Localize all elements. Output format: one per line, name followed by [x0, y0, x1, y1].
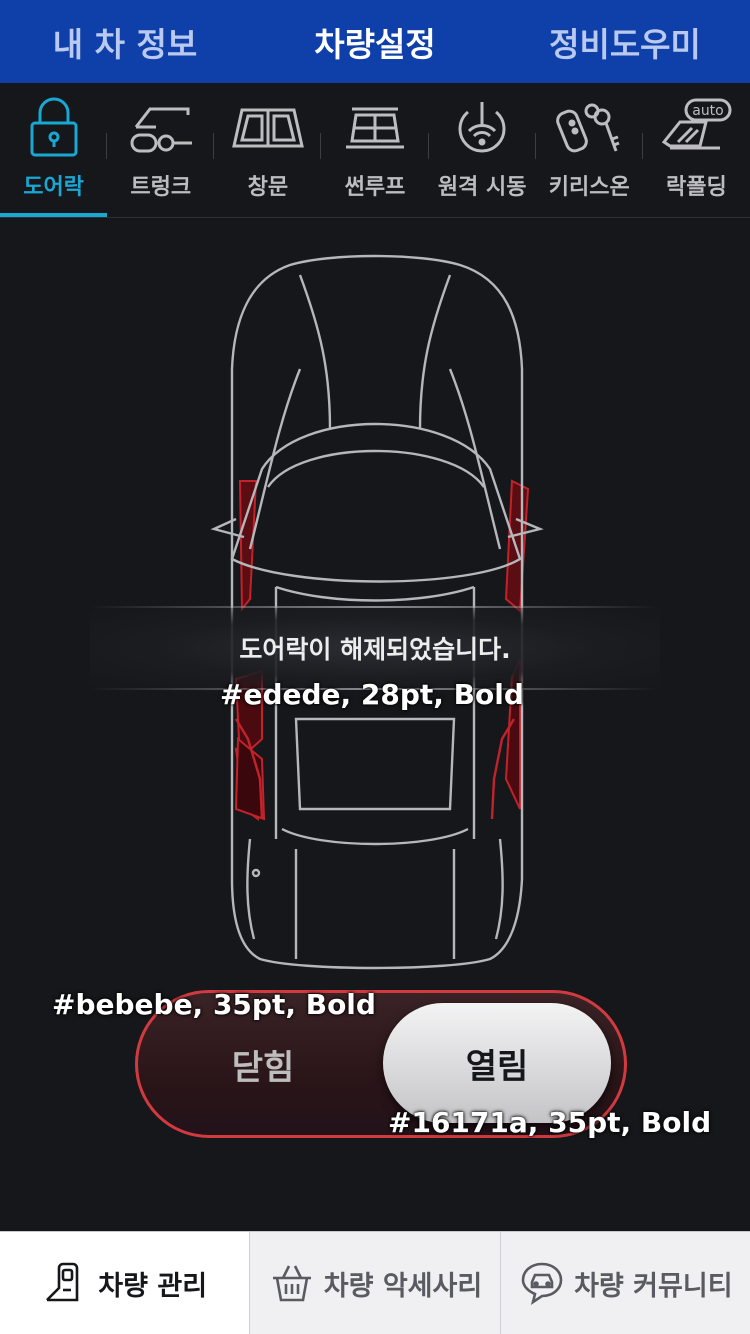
open-option-knob[interactable]: 열림 [383, 1003, 611, 1123]
car-door-icon [42, 1259, 90, 1307]
feature-tab-sunroof[interactable]: 썬루프 [321, 83, 429, 217]
feature-tab-label: 트렁크 [130, 175, 192, 200]
basket-icon [268, 1259, 316, 1307]
sunroof-icon [338, 97, 412, 159]
toast-message: 도어락이 해제되었습니다. [239, 635, 511, 664]
close-spec-note: #bebebe, 35pt, Bold [52, 988, 376, 1021]
feature-tab-keyless[interactable]: 키리스온 [536, 83, 643, 217]
feature-tab-label: 도어락 [23, 175, 84, 200]
trunk-icon [124, 97, 198, 159]
door-lock-icon [17, 97, 91, 159]
keyless-icon [552, 97, 626, 159]
tab-my-car-info[interactable]: 내 차 정보 [0, 0, 250, 83]
feature-tab-door-lock[interactable]: 도어락 [0, 83, 108, 217]
feature-tab-trunk[interactable]: 트렁크 [107, 83, 215, 217]
bottom-tab-label: 차량 악세사리 [323, 1270, 483, 1302]
feature-tab-remote-start[interactable]: 원격 시동 [429, 83, 536, 217]
feature-tab-bar: 도어락 트렁크 창문 썬루프 원격 시동 키리스온 auto 락폴딩 [0, 83, 750, 218]
tab-vehicle-settings[interactable]: 차량설정 [250, 0, 500, 83]
bottom-tab-label: 차량 관리 [98, 1270, 208, 1302]
feature-tab-window[interactable]: 창문 [214, 83, 322, 217]
top-nav: 내 차 정보 차량설정 정비도우미 [0, 0, 750, 83]
toast-spec-note: #edede, 28pt, Bold [220, 678, 524, 711]
bottom-tab-vehicle-accessories[interactable]: 차량 악세사리 [250, 1232, 501, 1334]
bottom-tab-vehicle-management[interactable]: 차량 관리 [0, 1232, 251, 1334]
feature-tab-label: 창문 [247, 175, 289, 200]
feature-tab-label: 썬루프 [344, 175, 406, 200]
feature-tab-label: 키리스온 [548, 175, 630, 200]
remote-start-icon [445, 97, 519, 159]
feature-tab-label: 락폴딩 [666, 175, 727, 200]
feature-tab-label: 원격 시동 [437, 175, 527, 200]
bottom-tab-vehicle-community[interactable]: 차량 커뮤니티 [500, 1232, 750, 1334]
tab-maintenance-helper[interactable]: 정비도우미 [500, 0, 750, 83]
car-chat-icon [518, 1259, 566, 1307]
bottom-nav: 차량 관리 차량 악세사리 차량 커뮤니티 [0, 1231, 750, 1334]
window-icon [231, 97, 305, 159]
feature-tab-lock-folding[interactable]: auto 락폴딩 [643, 83, 750, 217]
auto-badge: auto [693, 103, 725, 119]
lock-folding-icon: auto [659, 97, 733, 159]
bottom-tab-label: 차량 커뮤니티 [574, 1270, 733, 1302]
open-spec-note: #16171a, 35pt, Bold [388, 1106, 712, 1139]
